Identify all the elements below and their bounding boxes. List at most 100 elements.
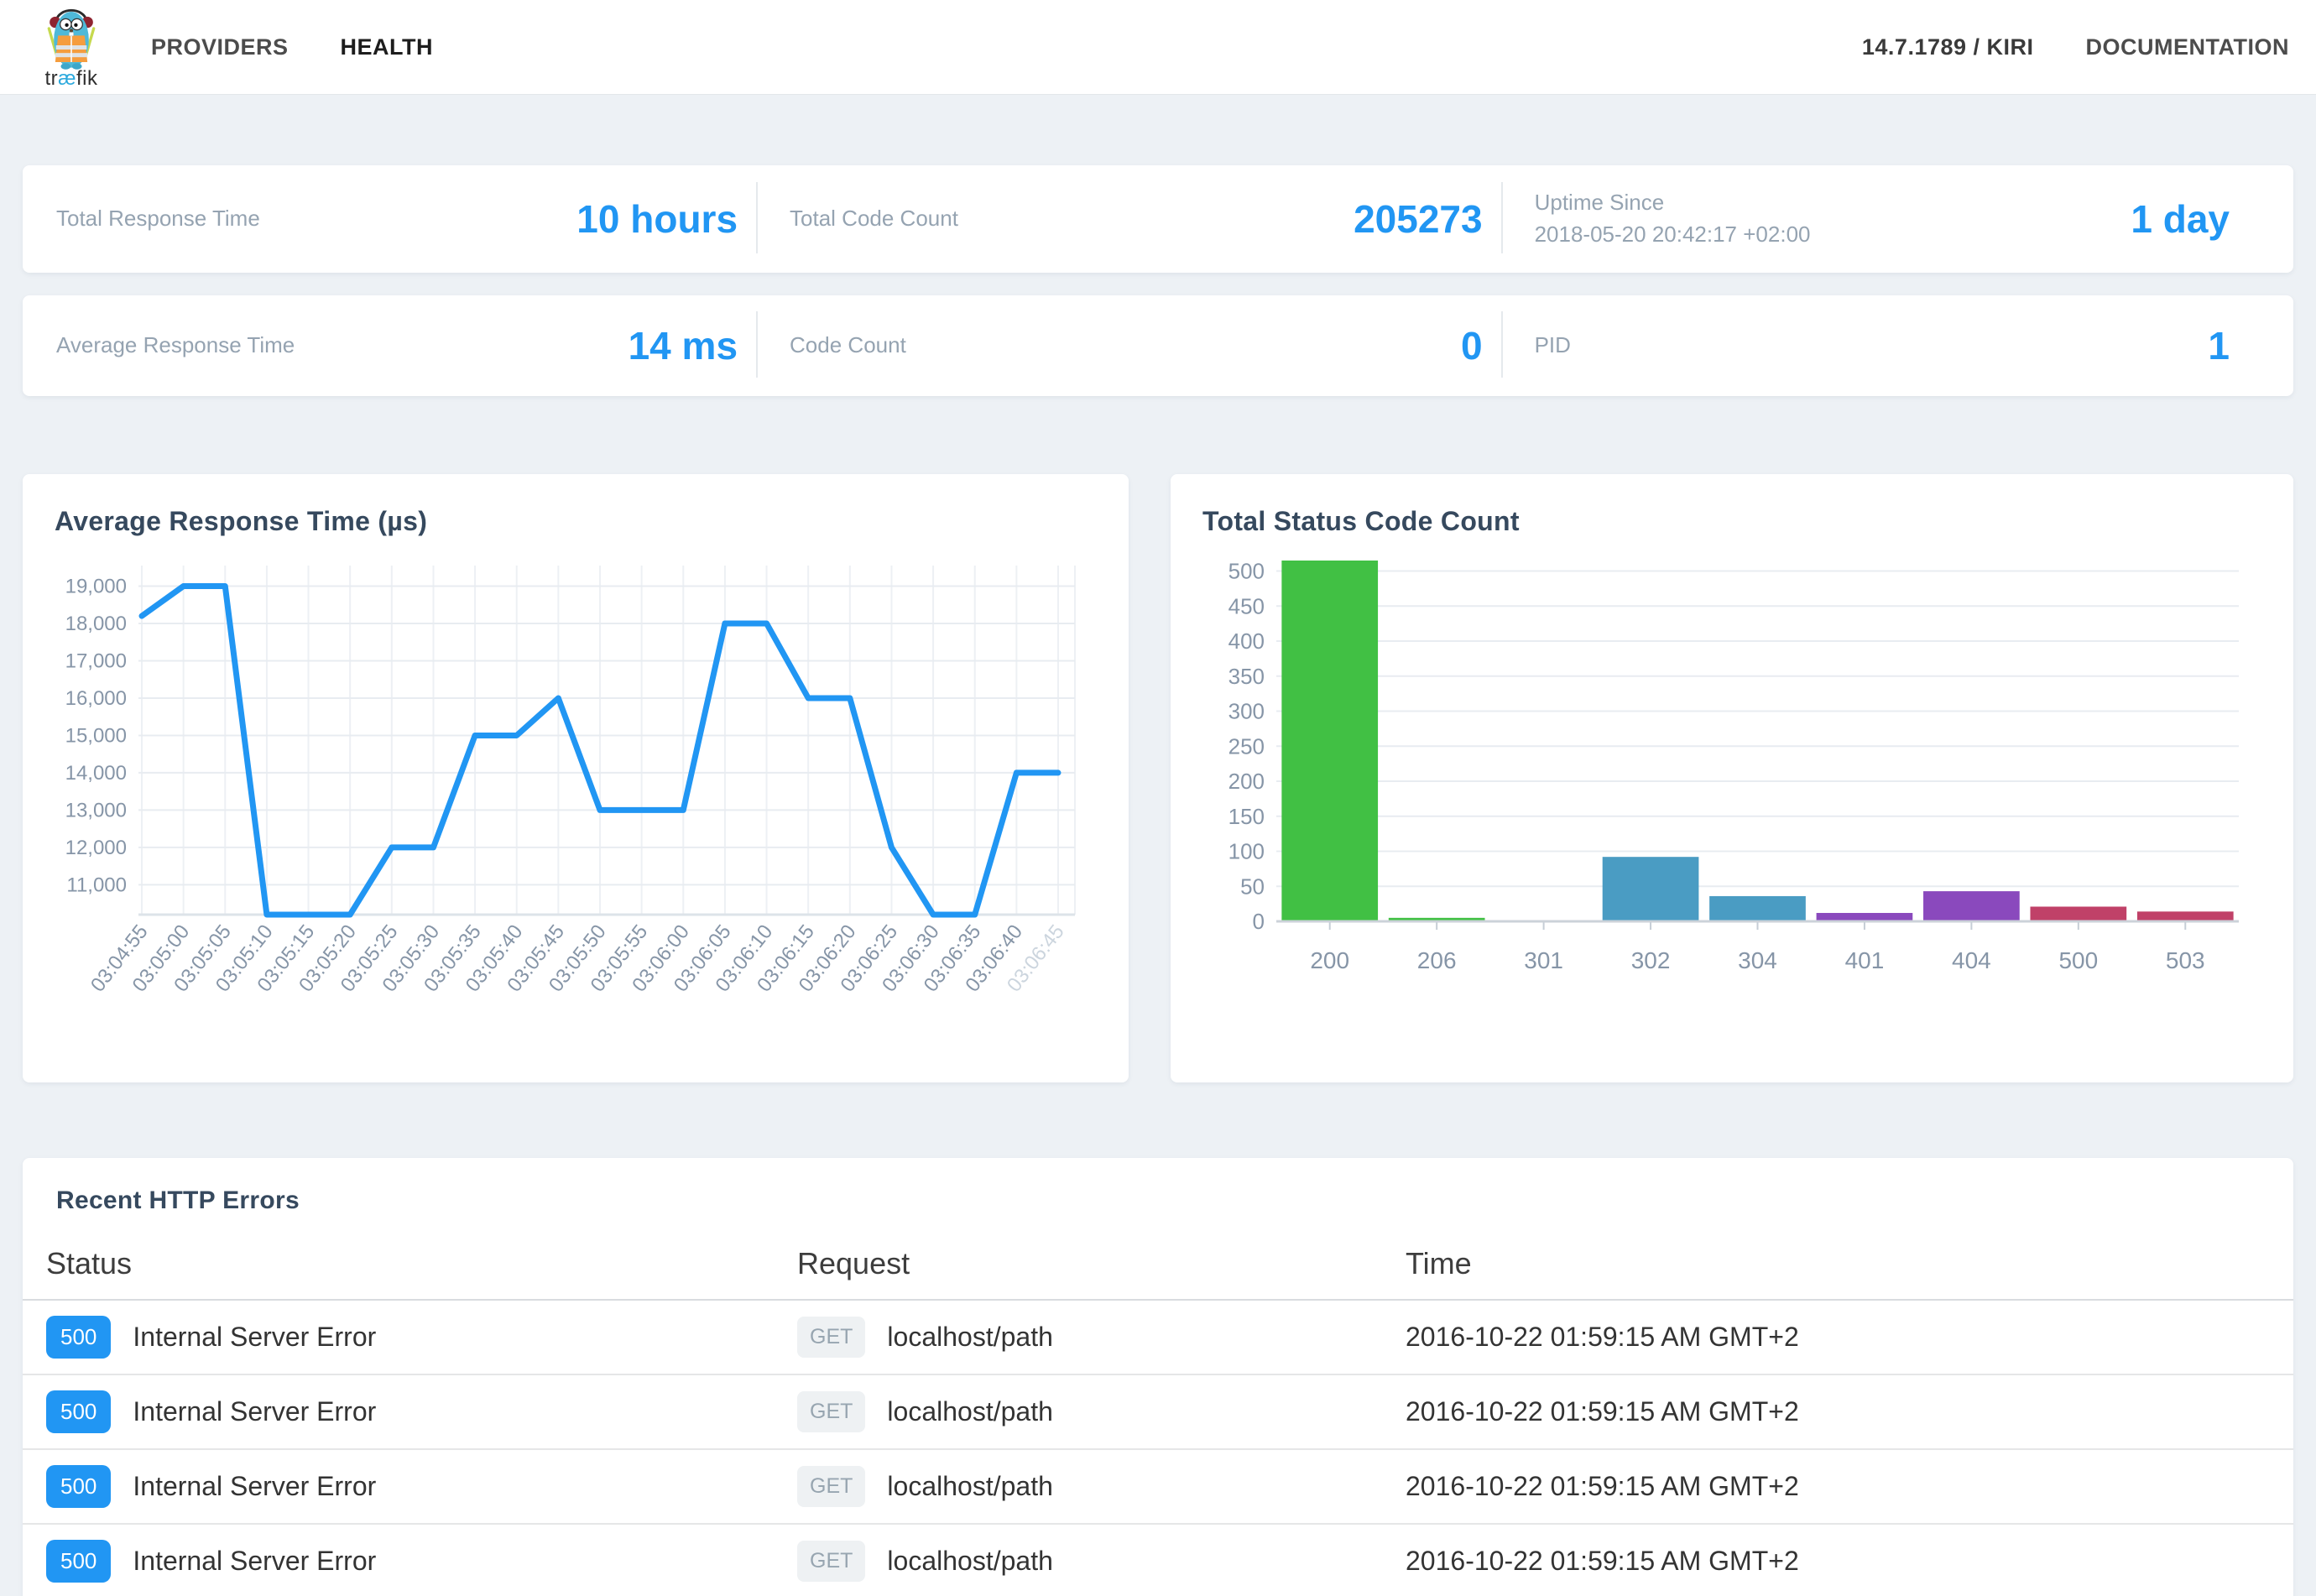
stat-label: Total Response Time <box>56 203 260 235</box>
svg-text:500: 500 <box>1228 559 1265 584</box>
svg-text:100: 100 <box>1228 839 1265 864</box>
traefik-logo: træfik <box>22 3 121 91</box>
svg-text:11,000: 11,000 <box>66 874 127 896</box>
http-method-badge: GET <box>797 1541 865 1582</box>
svg-text:206: 206 <box>1417 947 1457 973</box>
svg-text:16,000: 16,000 <box>65 687 127 710</box>
request-path: localhost/path <box>887 1396 1052 1427</box>
svg-text:150: 150 <box>1228 804 1265 829</box>
stat-label: Total Code Count <box>790 203 958 235</box>
stat-value: 1 day <box>2131 196 2230 242</box>
status-code-bar-chart: 0501001502002503003504004505002002063013… <box>1202 545 2261 1057</box>
status-code-badge: 500 <box>46 1390 111 1433</box>
table-row: 500 Internal Server Error GET localhost/pat… <box>23 1375 2293 1450</box>
time-cell: 2016-10-22 01:59:15 AM GMT+2 <box>1382 1322 2293 1353</box>
column-header-time: Time <box>1382 1246 2293 1281</box>
request-path: localhost/path <box>887 1322 1052 1353</box>
stat-value: 0 <box>1461 323 1483 368</box>
svg-text:503: 503 <box>2166 947 2205 973</box>
top-nav: træfik PROVIDERS HEALTH 14.7.1789 / KIRI… <box>0 0 2316 95</box>
status-cell: 500Internal Server Error <box>23 1316 774 1359</box>
svg-text:12,000: 12,000 <box>65 837 127 859</box>
svg-text:50: 50 <box>1240 874 1265 899</box>
errors-table-title: Recent HTTP Errors <box>56 1187 2293 1215</box>
svg-text:450: 450 <box>1228 593 1265 618</box>
svg-text:0: 0 <box>1253 909 1265 934</box>
stat-code-count: Code Count 0 <box>756 295 1501 396</box>
svg-text:19,000: 19,000 <box>65 575 127 597</box>
status-cell: 500 Internal Server Error <box>23 1390 774 1433</box>
stat-total-response-time: Total Response Time 10 hours <box>23 165 756 273</box>
status-code-chart-card: Total Status Code Count 0501001502002503… <box>1171 474 2293 1082</box>
stat-value: 14 ms <box>629 323 738 368</box>
svg-text:400: 400 <box>1228 628 1265 654</box>
nav-item-providers[interactable]: PROVIDERS <box>151 34 289 60</box>
column-header-status: Status <box>23 1246 774 1281</box>
status-code-badge: 500 <box>46 1465 111 1508</box>
nav-item-health[interactable]: HEALTH <box>341 34 434 60</box>
stat-label: Average Response Time <box>56 330 295 362</box>
recent-http-errors-card: Recent HTTP Errors Status Request Time 5… <box>23 1158 2293 1596</box>
svg-text:18,000: 18,000 <box>65 613 127 635</box>
errors-table-header: Status Request Time <box>23 1228 2293 1301</box>
stat-label: PID <box>1535 330 1571 362</box>
request-path: localhost/path <box>887 1546 1052 1577</box>
svg-text:200: 200 <box>1310 947 1349 973</box>
stat-value: 205273 <box>1354 196 1483 242</box>
request-path: localhost/path <box>887 1471 1052 1502</box>
stats-row-totals: Total Response Time 10 hours Total Code … <box>23 165 2293 273</box>
http-method-badge: GET <box>797 1466 865 1507</box>
time-cell: 2016-10-22 01:59:15 AM GMT+2 <box>1382 1471 2293 1502</box>
stat-average-response-time: Average Response Time 14 ms <box>23 295 756 396</box>
status-text: Internal Server Error <box>133 1546 376 1577</box>
request-cell: GET localhost/path <box>774 1391 1382 1432</box>
time-cell: 2016-10-22 01:59:15 AM GMT+2 <box>1382 1546 2293 1577</box>
request-cell: GET localhost/path <box>774 1317 1382 1358</box>
table-row: 500Internal Server Error GET localhost/pat… <box>23 1450 2293 1525</box>
svg-text:304: 304 <box>1738 947 1777 973</box>
avg-response-time-line-chart: 11,00012,00013,00014,00015,00016,00017,0… <box>55 545 1097 1057</box>
traefik-gopher-icon <box>39 3 104 70</box>
svg-text:404: 404 <box>1952 947 1991 973</box>
svg-text:17,000: 17,000 <box>65 649 127 672</box>
request-cell: GET localhost/path <box>774 1466 1382 1507</box>
svg-text:300: 300 <box>1228 699 1265 724</box>
version-label: 14.7.1789 / KIRI <box>1862 34 2034 60</box>
svg-text:301: 301 <box>1524 947 1563 973</box>
stat-pid: PID 1 <box>1501 295 2293 396</box>
line-chart-title: Average Response Time (µs) <box>55 506 1097 537</box>
stat-label: Code Count <box>790 330 906 362</box>
status-text: Internal Server Error <box>133 1322 376 1353</box>
svg-text:350: 350 <box>1228 664 1265 689</box>
stat-uptime-since: Uptime Since 2018-05-20 20:42:17 +02:00 … <box>1501 165 2293 273</box>
status-code-badge: 500 <box>46 1540 111 1583</box>
table-row: 500 Internal Server Error GET localhost/pat… <box>23 1525 2293 1596</box>
column-header-request: Request <box>774 1246 1382 1281</box>
uptime-datetime: 2018-05-20 20:42:17 +02:00 <box>1535 222 1811 247</box>
table-row: 500Internal Server Error GET localhost/pat… <box>23 1301 2293 1375</box>
nav-right: 14.7.1789 / KIRI DOCUMENTATION <box>1862 34 2289 60</box>
stats-row-averages: Average Response Time 14 ms Code Count 0… <box>23 295 2293 396</box>
stat-value: 1 <box>2208 323 2230 368</box>
svg-text:302: 302 <box>1631 947 1671 973</box>
nav-menu: PROVIDERS HEALTH <box>151 34 433 60</box>
svg-text:14,000: 14,000 <box>65 762 127 785</box>
svg-text:500: 500 <box>2058 947 2098 973</box>
svg-text:401: 401 <box>1845 947 1885 973</box>
errors-table-body: 500 Internal Server Error GET localhost/pat… <box>23 1301 2293 1596</box>
http-method-badge: GET <box>797 1391 865 1432</box>
status-cell: 500Internal Server Error <box>23 1465 774 1508</box>
status-text: Internal Server Error <box>133 1396 376 1427</box>
svg-text:200: 200 <box>1228 769 1265 794</box>
nav-item-documentation[interactable]: DOCUMENTATION <box>2086 34 2289 60</box>
http-method-badge: GET <box>797 1317 865 1358</box>
status-cell: 500 Internal Server Error <box>23 1540 774 1583</box>
svg-text:13,000: 13,000 <box>65 799 127 821</box>
bar-chart-title: Total Status Code Count <box>1202 506 2261 537</box>
avg-response-time-chart-card: Average Response Time (µs) 11,000 12,000 1… <box>23 474 1129 1082</box>
time-cell: 2016-10-22 01:59:15 AM GMT+2 <box>1382 1396 2293 1427</box>
traefik-health-dashboard: træfik PROVIDERS HEALTH 14.7.1789 / KIRI… <box>0 0 2316 1596</box>
stat-value: 10 hours <box>576 196 738 242</box>
stat-total-code-count: Total Code Count 205273 <box>756 165 1501 273</box>
request-cell: GET localhost/path <box>774 1541 1382 1582</box>
